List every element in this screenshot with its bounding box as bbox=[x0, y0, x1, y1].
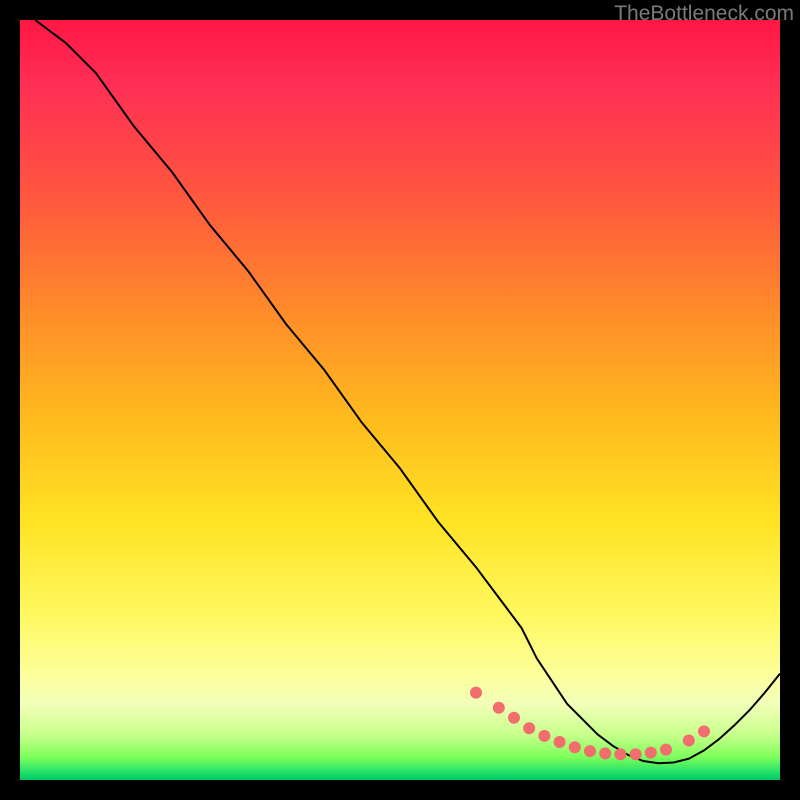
marker-dot bbox=[569, 741, 581, 753]
marker-dot bbox=[554, 736, 566, 748]
marker-dot bbox=[523, 722, 535, 734]
curve-line bbox=[35, 20, 780, 763]
curve-path bbox=[35, 20, 780, 763]
watermark-text: TheBottleneck.com bbox=[614, 2, 794, 26]
marker-dot bbox=[630, 748, 642, 760]
marker-dot bbox=[493, 702, 505, 714]
marker-dot bbox=[584, 745, 596, 757]
marker-dot bbox=[683, 735, 695, 747]
chart-frame: TheBottleneck.com bbox=[0, 0, 800, 800]
marker-dots bbox=[470, 687, 710, 761]
marker-dot bbox=[538, 730, 550, 742]
marker-dot bbox=[470, 687, 482, 699]
marker-dot bbox=[508, 712, 520, 724]
chart-svg bbox=[20, 20, 780, 780]
marker-dot bbox=[645, 747, 657, 759]
marker-dot bbox=[698, 725, 710, 737]
marker-dot bbox=[660, 744, 672, 756]
marker-dot bbox=[599, 747, 611, 759]
marker-dot bbox=[614, 748, 626, 760]
plot-area bbox=[20, 20, 780, 780]
